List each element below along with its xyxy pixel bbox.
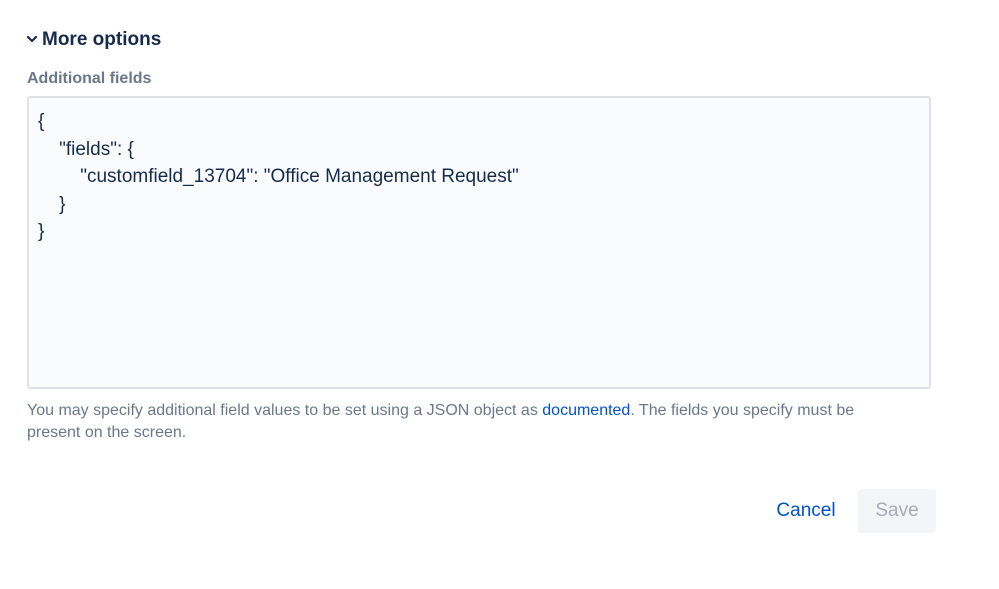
cancel-button[interactable]: Cancel — [766, 489, 846, 533]
additional-fields-editor[interactable]: { "fields": { "customfield_13704": "Offi… — [27, 96, 931, 389]
additional-fields-help-text: You may specify additional field values … — [27, 400, 907, 444]
documented-link[interactable]: documented — [542, 402, 630, 419]
additional-fields-label: Additional fields — [27, 70, 152, 87]
more-options-label: More options — [42, 29, 162, 50]
save-button[interactable]: Save — [858, 489, 936, 533]
more-options-toggle[interactable]: More options — [26, 29, 161, 51]
edit-action-panel: More options Additional fields { "fields… — [0, 0, 999, 589]
help-text-before: You may specify additional field values … — [27, 402, 543, 419]
chevron-down-icon — [26, 33, 38, 47]
